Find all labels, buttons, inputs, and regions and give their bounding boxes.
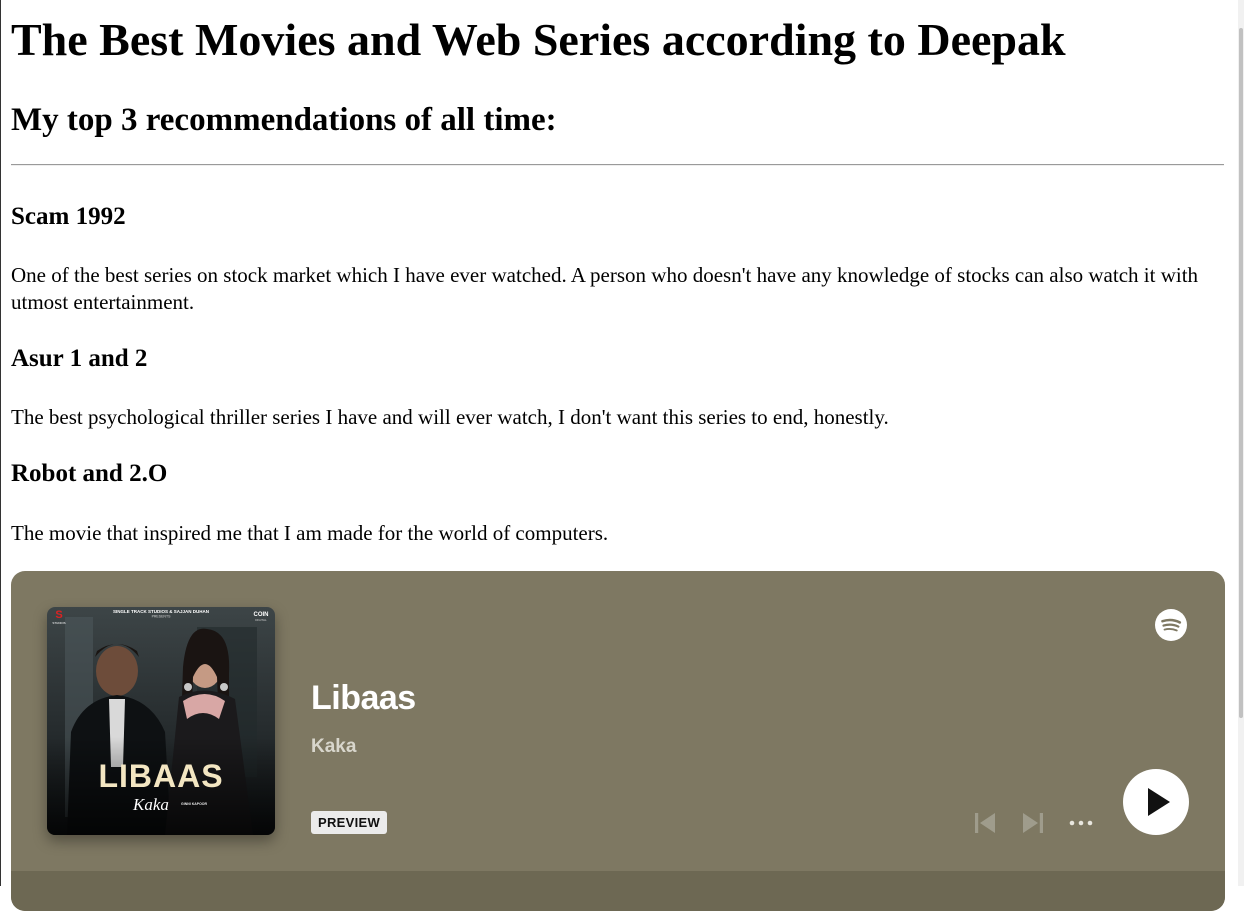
page-subtitle: My top 3 recommendations of all time: [11, 102, 557, 138]
cover-title-text: LIBAAS [98, 758, 223, 794]
cover-left-logo: S [55, 609, 62, 621]
cover-signature: Kaka [132, 795, 169, 814]
recommendation-description-3: The movie that inspired me that I am mad… [11, 521, 609, 545]
recommendation-title-1: Scam 1992 [11, 203, 126, 230]
track-artist[interactable]: Kaka [311, 736, 356, 758]
preview-badge: PREVIEW [311, 811, 388, 834]
page-title: The Best Movies and Web Series according… [11, 14, 1066, 65]
album-cover[interactable]: SINGLE TRACK STUDIOS & SAJJAN DUHAN PRES… [47, 607, 275, 835]
recommendation-description-1: One of the best series on stock market w… [11, 263, 1199, 314]
cover-credit-line: GINNI KAPOOR [181, 802, 208, 806]
spotify-icon[interactable] [1155, 609, 1187, 641]
recommendation-title-3: Robot and 2.O [11, 460, 168, 487]
skip-next-icon[interactable] [1021, 811, 1045, 835]
recommendation-title-2: Asur 1 and 2 [11, 345, 148, 372]
skip-previous-icon[interactable] [973, 811, 997, 835]
horizontal-divider [11, 164, 1224, 166]
cover-right-logo-sub: DIGITAL [255, 618, 267, 622]
embed-bottom-strip [11, 871, 1225, 911]
window-left-border [0, 0, 1, 886]
more-options-icon[interactable] [1067, 815, 1097, 831]
cover-top-credit: SINGLE TRACK STUDIOS & SAJJAN DUHAN [113, 609, 209, 614]
scrollbar-thumb[interactable] [1239, 28, 1243, 718]
recommendation-description-2: The best psychological thriller series I… [11, 405, 889, 429]
play-icon[interactable] [1123, 769, 1189, 835]
spotify-embed-player: SINGLE TRACK STUDIOS & SAJJAN DUHAN PRES… [11, 571, 1225, 911]
cover-presents: PRESENTS [152, 615, 172, 619]
page-scrollbar[interactable] [1238, 0, 1244, 886]
cover-left-logo-sub: STUDIOS [52, 621, 65, 625]
track-title[interactable]: Libaas [311, 679, 416, 718]
